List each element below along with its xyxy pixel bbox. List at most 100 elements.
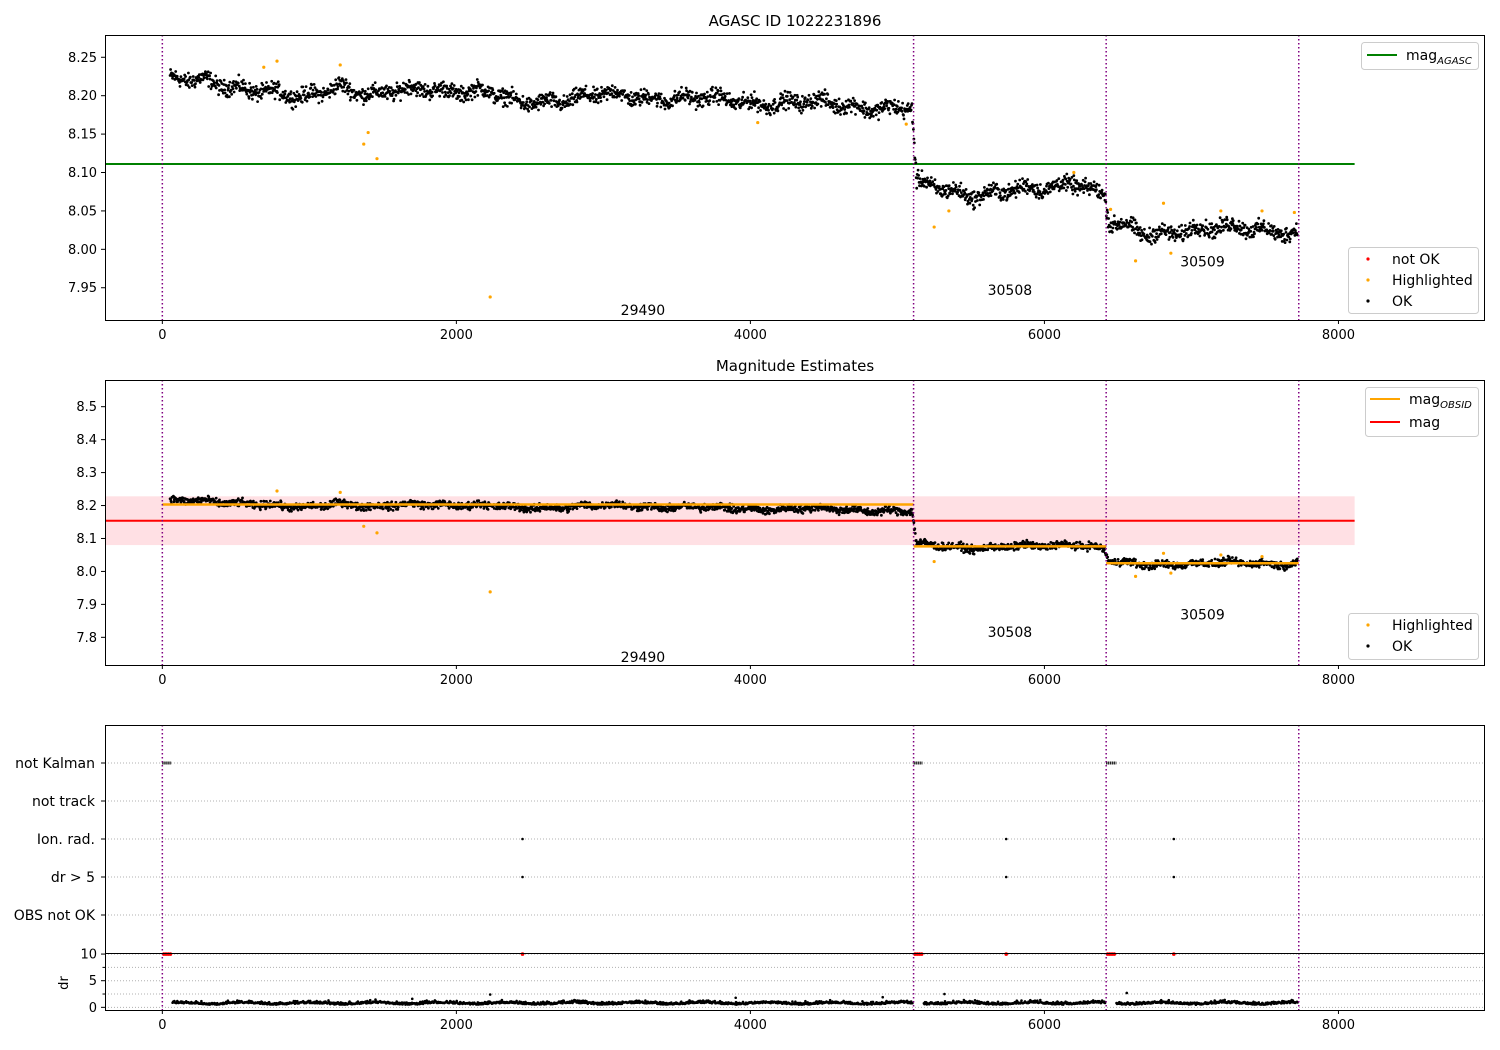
highlighted-point xyxy=(932,559,936,564)
flag-category-label: OBS not OK xyxy=(14,908,96,924)
legend-label-highlighted: Highlighted xyxy=(1392,618,1473,634)
highlighted-point xyxy=(338,63,342,67)
legend-lines: magOBSID mag xyxy=(1365,387,1479,437)
y-tick-label: 8.4 xyxy=(76,433,97,448)
highlighted-point xyxy=(262,65,266,69)
obsid-label: 30509 xyxy=(1180,255,1225,271)
dr-not-ok-point xyxy=(919,952,924,956)
dr-not-ok-point xyxy=(168,952,173,956)
legend-label-mag: mag xyxy=(1409,415,1440,431)
highlighted-point xyxy=(1133,574,1138,578)
x-tick-label: 8000 xyxy=(1322,328,1355,343)
y-tick-label: 8.15 xyxy=(68,128,97,143)
legend-marker-ok xyxy=(1366,299,1370,303)
panel-title: AGASC ID 1022231896 xyxy=(709,12,882,30)
highlighted-point xyxy=(1219,553,1223,557)
x-tick-label: 6000 xyxy=(1028,1018,1061,1033)
highlighted-point xyxy=(488,590,492,594)
flag-point xyxy=(521,875,524,879)
flag-point xyxy=(521,837,524,841)
flag-category-label: dr > 5 xyxy=(51,870,95,886)
y-tick-label: 8.10 xyxy=(68,166,97,181)
highlighted-point xyxy=(275,59,279,63)
legend-marker-not-ok xyxy=(1366,257,1370,261)
x-tick-label: 0 xyxy=(158,328,166,343)
y-tick-label: 10 xyxy=(80,948,97,963)
y-tick-label: 8.0 xyxy=(76,565,97,580)
highlighted-point xyxy=(1072,170,1076,175)
highlighted-point xyxy=(375,157,379,161)
y-tick-label: 8.3 xyxy=(76,466,97,481)
x-tick-label: 8000 xyxy=(1322,1018,1355,1033)
x-tick-label: 8000 xyxy=(1322,673,1355,688)
x-tick-label: 6000 xyxy=(1028,328,1061,343)
y-tick-label: 8.25 xyxy=(68,51,97,66)
highlighted-point xyxy=(904,122,908,126)
legend-label-highlighted: Highlighted xyxy=(1392,273,1473,289)
dr-not-ok-point xyxy=(520,952,525,956)
highlighted-point xyxy=(275,489,279,493)
y-tick-label: 8.1 xyxy=(76,532,97,547)
highlighted-point xyxy=(1133,259,1138,263)
y-tick-label: 8.20 xyxy=(68,89,97,104)
y-tick-label: 0 xyxy=(89,1001,97,1016)
y-tick-label: 8.2 xyxy=(76,499,97,514)
obsid-label: 30508 xyxy=(988,283,1033,299)
highlighted-point xyxy=(1260,209,1264,213)
highlighted-point xyxy=(1161,201,1166,205)
legend-markers: not OK Highlighted OK xyxy=(1348,247,1479,314)
highlighted-point xyxy=(362,142,366,146)
dr-ok-point xyxy=(410,997,414,1001)
x-tick-label: 6000 xyxy=(1028,673,1061,688)
highlighted-point xyxy=(338,490,342,494)
dr-ok-point xyxy=(1125,991,1129,995)
dr-ok-point xyxy=(488,993,492,996)
legend-label-ok: OK xyxy=(1392,294,1413,310)
obsid-label: 30508 xyxy=(988,625,1033,641)
figure: AGASC ID 1022231896 29490 30508 30509 0 2000… xyxy=(0,0,1500,1050)
flag-category-label: not Kalman xyxy=(15,756,95,772)
legend-marker-highlighted xyxy=(1366,278,1370,282)
obsid-label: 29490 xyxy=(621,650,666,666)
obsid-label: 30509 xyxy=(1180,607,1225,623)
highlighted-point xyxy=(1292,210,1296,215)
dr-not-ok-point xyxy=(1171,952,1176,956)
x-tick-label: 0 xyxy=(158,1018,166,1033)
dr-not-ok-point xyxy=(1112,952,1117,956)
flag-point xyxy=(1172,875,1176,879)
y-tick-label: 8.5 xyxy=(76,400,97,415)
highlighted-point xyxy=(932,225,936,229)
dr-not-ok-point xyxy=(1004,952,1009,956)
flag-category-label: Ion. rad. xyxy=(37,832,95,848)
x-tick-label: 2000 xyxy=(440,673,473,688)
legend-markers: Highlighted OK xyxy=(1348,613,1479,660)
highlighted-point xyxy=(756,120,760,125)
legend-marker-highlighted xyxy=(1366,623,1370,627)
legend-label-not-ok: not OK xyxy=(1392,252,1440,268)
dr-ok-point xyxy=(943,992,946,996)
highlighted-point xyxy=(366,130,370,135)
x-tick-label: 2000 xyxy=(440,328,473,343)
highlighted-point xyxy=(362,524,366,528)
obsid-label: 29490 xyxy=(621,303,666,319)
highlighted-point xyxy=(1108,207,1113,211)
highlighted-point xyxy=(1161,551,1166,555)
highlighted-point xyxy=(1169,251,1173,255)
dr-ok-point xyxy=(881,995,885,999)
y-tick-label: 5 xyxy=(89,974,97,989)
y-tick-label: 7.9 xyxy=(76,598,97,613)
x-tick-label: 2000 xyxy=(440,1018,473,1033)
highlighted-point xyxy=(1260,555,1264,559)
y-tick-label: 7.8 xyxy=(76,631,97,646)
y-tick-label: 7.95 xyxy=(68,281,97,296)
flag-point xyxy=(1004,875,1008,879)
flag-point xyxy=(1172,837,1176,841)
x-tick-label: 0 xyxy=(158,673,166,688)
y-tick-label: 8.05 xyxy=(68,204,97,219)
x-tick-label: 4000 xyxy=(734,673,767,688)
panel-title: Magnitude Estimates xyxy=(716,357,874,375)
legend-marker-ok xyxy=(1366,644,1370,648)
y-axis-label: dr xyxy=(57,976,72,990)
x-tick-label: 4000 xyxy=(734,1018,767,1033)
highlighted-point xyxy=(1219,209,1223,213)
